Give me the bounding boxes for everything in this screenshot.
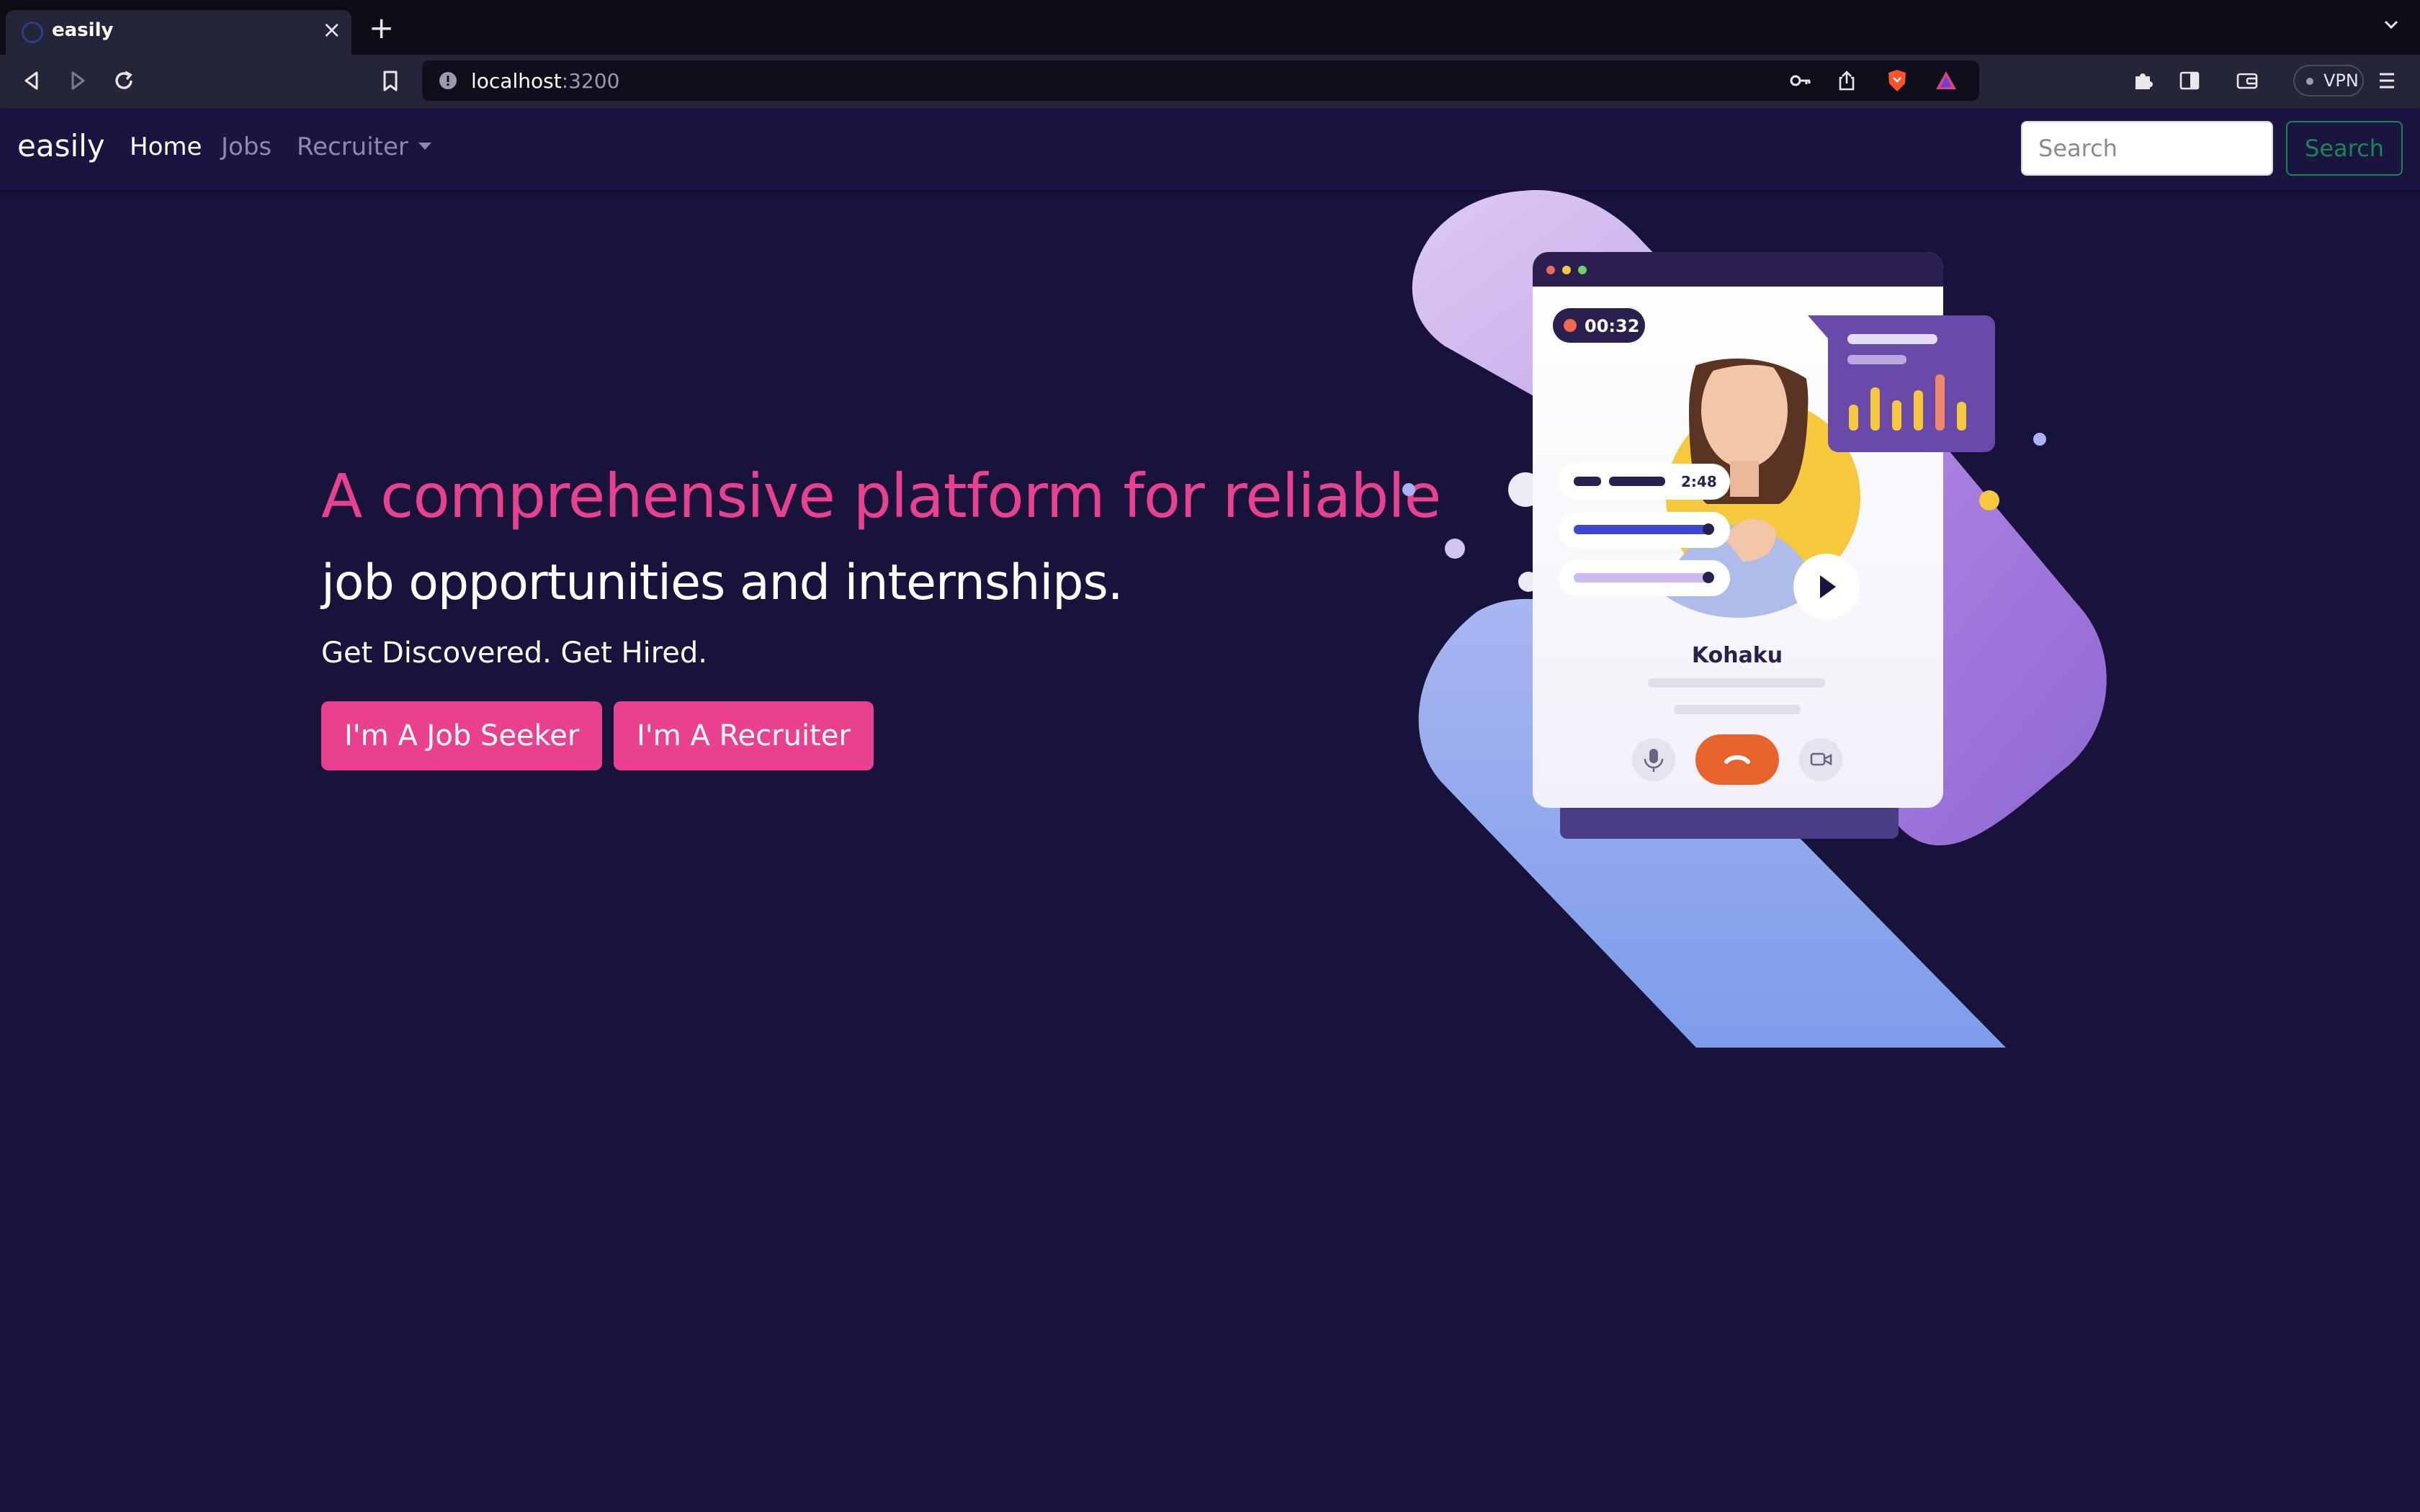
new-tab-icon[interactable]: + [369,13,394,43]
nav-link-home[interactable]: Home [130,132,202,161]
hero-tagline: Get Discovered. Get Hired. [321,636,707,670]
address-bar[interactable]: localhost:3200 [422,60,1979,101]
caret-down-icon [418,142,431,150]
bookmark-icon[interactable] [376,66,405,95]
call-timer-text: 00:32 [1585,316,1639,336]
search-input[interactable] [2021,121,2273,176]
placeholder-line [1648,678,1825,688]
job-seeker-button[interactable]: I'm A Job Seeker [321,701,603,770]
site-navbar: easily Home Jobs Recruiter Search [0,108,2420,190]
brand-logo[interactable]: easily [17,128,105,163]
close-tab-icon[interactable]: × [322,16,341,43]
message-bubble-3 [1559,560,1730,596]
address-url: localhost:3200 [471,69,620,93]
tab-title: easily [52,19,114,41]
vpn-button[interactable]: VPN [2293,65,2364,96]
placeholder-line [1674,705,1801,714]
end-call-icon [1695,734,1779,785]
share-icon[interactable] [1834,68,1860,94]
site-favicon-icon [22,22,43,43]
forward-arrow-icon[interactable] [63,66,92,95]
vpn-label: VPN [2323,71,2359,91]
audio-bars-bubble [1808,315,1995,452]
brave-rewards-icon[interactable] [1933,68,1959,94]
nav-dropdown-recruiter[interactable]: Recruiter [297,132,431,161]
caller-name: Kohaku [1692,643,1783,668]
browser-tab-strip: easily × + [0,0,2420,55]
nav-link-jobs[interactable]: Jobs [221,132,272,161]
extensions-puzzle-icon[interactable] [2129,66,2158,95]
hero-subheadline: job opportunities and internships. [321,554,1123,611]
video-camera-icon [1799,738,1842,781]
browser-toolbar: localhost:3200 VPN [0,55,2420,108]
site-info-icon[interactable] [438,71,458,91]
sidebar-toggle-icon[interactable] [2175,66,2204,95]
nav-dropdown-recruiter-label: Recruiter [297,132,408,161]
browser-tab-active[interactable]: easily × [6,10,351,55]
reload-icon[interactable] [109,66,138,95]
microphone-icon [1632,738,1675,781]
key-icon[interactable] [1788,68,1814,94]
back-arrow-icon[interactable] [17,66,46,95]
hero-headline: A comprehensive platform for reliable [321,461,1441,531]
video-call-illustration: 00:32 2:48 Kohaku [1402,190,2107,1048]
recruiter-button[interactable]: I'm A Recruiter [614,701,874,770]
menu-hamburger-icon[interactable] [2374,66,2400,95]
search-button[interactable]: Search [2286,121,2403,176]
wallet-icon[interactable] [2233,66,2262,95]
message-bubble-2 [1559,512,1730,548]
play-button-icon [1793,554,1860,620]
brave-shields-icon[interactable] [1884,68,1910,94]
message-duration-text: 2:48 [1681,473,1717,490]
tab-list-chevron-icon[interactable] [2381,14,2401,35]
vpn-status-dot-icon [2306,78,2313,85]
